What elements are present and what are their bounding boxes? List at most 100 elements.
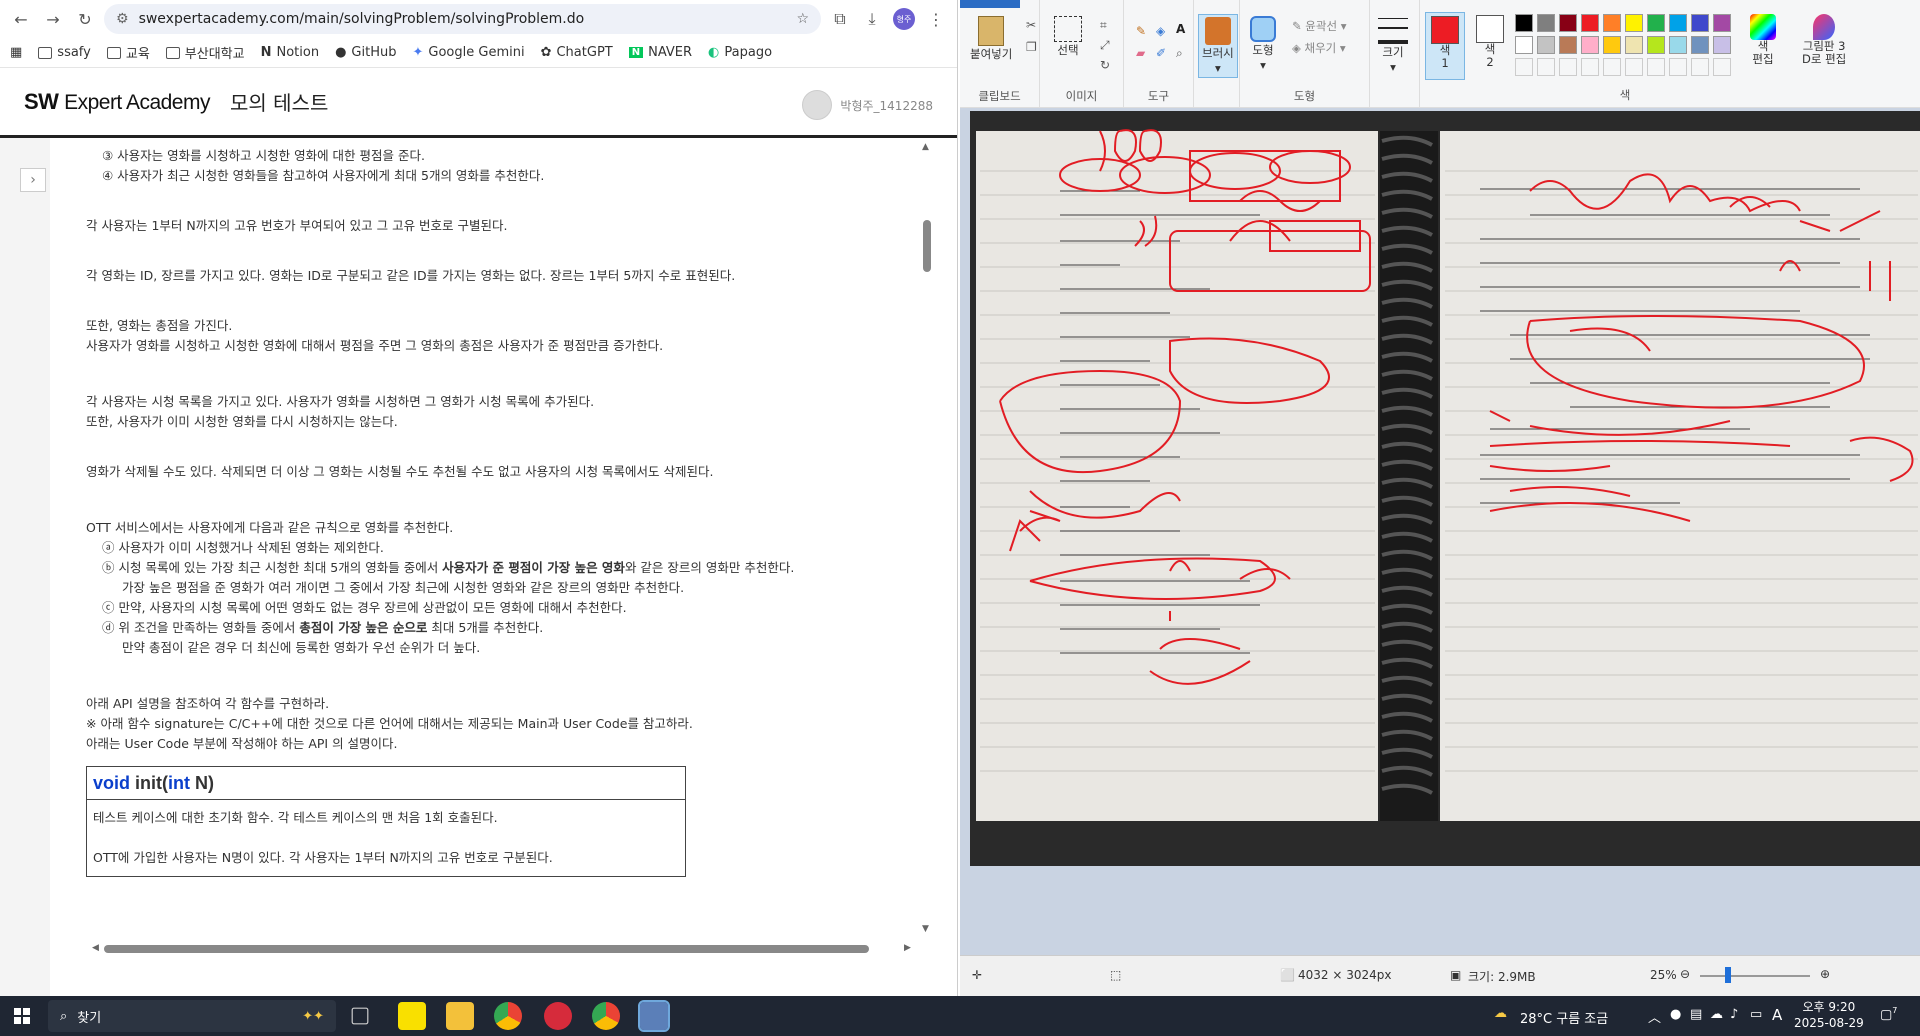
palette-color-swatch[interactable] xyxy=(1603,36,1621,54)
notebook-photo[interactable] xyxy=(970,111,1920,866)
reload-icon[interactable]: ↻ xyxy=(72,6,98,32)
bookmark-notion[interactable]: N Notion xyxy=(261,45,319,60)
app-icon[interactable] xyxy=(544,1002,572,1030)
chrome-profile-icon[interactable] xyxy=(592,1002,620,1030)
palette-color-swatch[interactable] xyxy=(1537,36,1555,54)
palette-color-swatch[interactable] xyxy=(1713,36,1731,54)
bookmark-education[interactable]: 교육 xyxy=(106,43,150,62)
zoom-in-icon[interactable]: ⊕ xyxy=(1820,967,1830,981)
bookmark-chatgpt[interactable]: ✿ ChatGPT xyxy=(541,45,613,60)
bookmark-naver[interactable]: N NAVER xyxy=(628,45,692,60)
palette-color-swatch[interactable] xyxy=(1647,14,1665,32)
notification-icon[interactable]: ▢7 xyxy=(1880,1006,1897,1022)
palette-custom-swatch[interactable] xyxy=(1581,58,1599,76)
palette-custom-swatch[interactable] xyxy=(1559,58,1577,76)
palette-custom-swatch[interactable] xyxy=(1603,58,1621,76)
windows-start-icon[interactable] xyxy=(14,1008,30,1024)
weather-text[interactable]: 28°C 구름 조금 xyxy=(1520,1008,1608,1027)
horizontal-scroll-thumb[interactable] xyxy=(104,945,869,953)
palette-color-swatch[interactable] xyxy=(1581,14,1599,32)
edit-colors-button[interactable]: 색 편집 xyxy=(1750,14,1776,66)
bookmark-github[interactable]: ● GitHub xyxy=(335,45,396,60)
vertical-scroll-thumb[interactable] xyxy=(923,220,931,272)
site-logo[interactable]: SW Expert Academy xyxy=(24,89,210,115)
size-button[interactable]: 크기 ▾ xyxy=(1378,18,1408,74)
crop-icon[interactable]: ⌗ xyxy=(1100,18,1107,33)
palette-color-swatch[interactable] xyxy=(1625,36,1643,54)
palette-color-swatch[interactable] xyxy=(1515,14,1533,32)
kakaotalk-icon[interactable] xyxy=(398,1002,426,1030)
task-view-icon[interactable] xyxy=(351,1007,369,1025)
cut-icon[interactable]: ✂ xyxy=(1026,18,1036,32)
fill-dropdown[interactable]: ◈ 채우기 ▾ xyxy=(1292,40,1346,56)
select-button[interactable]: 선택 xyxy=(1054,16,1082,58)
palette-custom-swatch[interactable] xyxy=(1669,58,1687,76)
scroll-left-arrow-icon[interactable]: ◀ xyxy=(92,943,99,953)
file-explorer-icon[interactable] xyxy=(446,1002,474,1030)
site-info-icon[interactable]: ⚙ xyxy=(116,11,129,27)
palette-color-swatch[interactable] xyxy=(1581,36,1599,54)
zoom-slider[interactable] xyxy=(1700,975,1810,977)
palette-custom-swatch[interactable] xyxy=(1713,58,1731,76)
cloud-icon[interactable]: ☁ xyxy=(1710,1007,1723,1022)
scroll-right-arrow-icon[interactable]: ▶ xyxy=(904,943,911,953)
paste-button[interactable]: 붙여넣기 xyxy=(970,16,1012,62)
palette-custom-swatch[interactable] xyxy=(1537,58,1555,76)
taskbar-search[interactable]: ⌕ 찾기 ✦✦ xyxy=(48,1000,336,1032)
palette-custom-swatch[interactable] xyxy=(1647,58,1665,76)
paint-icon[interactable] xyxy=(638,1000,670,1032)
zoom-slider-thumb[interactable] xyxy=(1725,967,1731,983)
magnifier-icon[interactable]: ⌕ xyxy=(1176,46,1183,61)
bookmark-ssafy[interactable]: ssafy xyxy=(38,45,91,60)
shapes-button[interactable]: 도형 ▾ xyxy=(1250,16,1276,72)
palette-color-swatch[interactable] xyxy=(1669,36,1687,54)
profile-avatar[interactable]: 형주 xyxy=(891,6,917,32)
pencil-icon[interactable]: ✎ xyxy=(1136,24,1146,38)
palette-color-swatch[interactable] xyxy=(1559,14,1577,32)
palette-color-swatch[interactable] xyxy=(1713,14,1731,32)
palette-color-swatch[interactable] xyxy=(1625,14,1643,32)
palette-color-swatch[interactable] xyxy=(1603,14,1621,32)
ime-indicator[interactable]: A xyxy=(1772,1006,1782,1024)
download-icon[interactable]: ⤓ xyxy=(859,6,885,32)
mic-icon[interactable]: ● xyxy=(1670,1007,1681,1022)
scroll-up-arrow-icon[interactable]: ▲ xyxy=(922,142,929,152)
tray-chevron-icon[interactable]: ︿ xyxy=(1648,1007,1661,1026)
user-info[interactable]: 박형주_1412288 xyxy=(802,90,933,120)
eraser-icon[interactable]: ▰ xyxy=(1136,46,1145,60)
network-icon[interactable]: ▤ xyxy=(1690,1007,1702,1022)
display-icon[interactable]: ▭ xyxy=(1750,1007,1762,1022)
menu-icon[interactable]: ⋮ xyxy=(923,6,949,32)
fill-icon[interactable]: ◈ xyxy=(1156,24,1165,38)
scroll-down-arrow-icon[interactable]: ▼ xyxy=(922,924,929,934)
address-bar[interactable]: ⚙ swexpertacademy.com/main/solvingProble… xyxy=(104,4,821,34)
palette-color-swatch[interactable] xyxy=(1647,36,1665,54)
palette-custom-swatch[interactable] xyxy=(1625,58,1643,76)
palette-color-swatch[interactable] xyxy=(1537,14,1555,32)
palette-color-swatch[interactable] xyxy=(1559,36,1577,54)
color1-button[interactable]: 색 1 xyxy=(1425,12,1465,80)
zoom-out-icon[interactable]: ⊖ xyxy=(1680,967,1690,981)
outline-dropdown[interactable]: ✎ 윤곽선 ▾ xyxy=(1292,18,1346,34)
expand-panel-chevron-icon[interactable]: › xyxy=(20,168,46,192)
palette-color-swatch[interactable] xyxy=(1691,36,1709,54)
palette-custom-swatch[interactable] xyxy=(1515,58,1533,76)
canvas-area[interactable] xyxy=(960,108,1920,955)
copy-icon[interactable]: ❐ xyxy=(1026,40,1037,54)
rotate-icon[interactable]: ↻ xyxy=(1100,58,1110,72)
bookmark-pnu[interactable]: 부산대학교 xyxy=(165,43,245,62)
clock[interactable]: 오후 9:20 2025-08-29 xyxy=(1794,999,1864,1031)
chrome-icon[interactable] xyxy=(494,1002,522,1030)
bookmark-gemini[interactable]: ✦ Google Gemini xyxy=(412,45,524,60)
palette-color-swatch[interactable] xyxy=(1515,36,1533,54)
palette-color-swatch[interactable] xyxy=(1669,14,1687,32)
palette-color-swatch[interactable] xyxy=(1691,14,1709,32)
extensions-icon[interactable]: ⧉ xyxy=(827,6,853,32)
volume-icon[interactable]: ♪ xyxy=(1730,1007,1738,1022)
color-picker-icon[interactable]: ✐ xyxy=(1156,46,1166,60)
brush-button[interactable]: 브러시 ▾ xyxy=(1198,14,1238,78)
resize-icon[interactable]: ⤢ xyxy=(1100,38,1110,53)
apps-icon[interactable]: ▦ xyxy=(10,45,22,60)
paint3d-button[interactable]: 그림판 3 D로 편집 xyxy=(1802,14,1846,66)
back-icon[interactable]: ← xyxy=(8,6,34,32)
